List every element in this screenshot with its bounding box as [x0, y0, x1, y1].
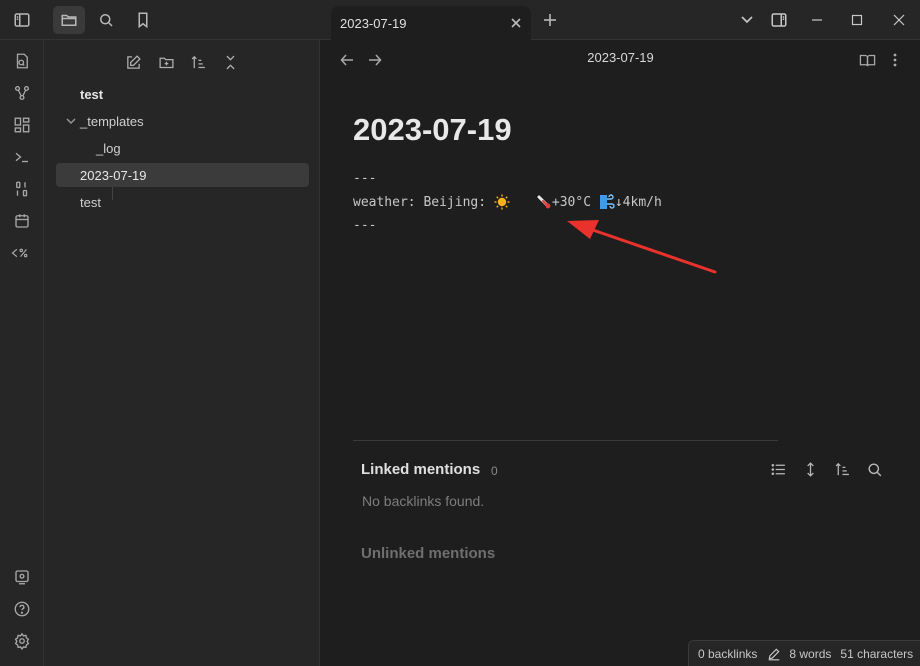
- thermometer-icon: [536, 194, 552, 210]
- new-folder-icon[interactable]: [153, 50, 179, 74]
- sort-order-icon[interactable]: [831, 458, 853, 480]
- tab-title: 2023-07-19: [340, 15, 407, 31]
- search-icon[interactable]: [863, 458, 885, 480]
- collapse-all-icon[interactable]: [217, 50, 243, 74]
- chevron-down-icon[interactable]: [62, 116, 80, 126]
- tree-item-label: test: [80, 194, 101, 210]
- maximize-icon[interactable]: [842, 6, 872, 34]
- new-note-icon[interactable]: [120, 50, 146, 74]
- linked-mentions-title[interactable]: Linked mentions: [361, 461, 480, 478]
- help-icon[interactable]: [6, 595, 38, 623]
- tree-item-log-file[interactable]: _log: [58, 136, 308, 160]
- weather-line[interactable]: weather: Beijing: +30°C ↓4km/h: [353, 194, 662, 210]
- reading-view-book-icon[interactable]: [855, 48, 879, 72]
- tree-item-label: 2023-07-19: [80, 167, 147, 183]
- tab-list-chevron-down-icon[interactable]: [732, 6, 762, 34]
- tree-item-2023-07-19-file[interactable]: 2023-07-19: [56, 163, 309, 187]
- list-view-icon[interactable]: [767, 458, 789, 480]
- status-character-count: 51 characters: [840, 646, 914, 661]
- status-backlinks-count[interactable]: 0 backlinks: [698, 647, 757, 661]
- settings-gear-icon[interactable]: [6, 627, 38, 655]
- status-bar: 0 backlinks 8 words 51 characters: [688, 640, 920, 666]
- expand-collapse-arrows-icon[interactable]: [799, 458, 821, 480]
- weather-label: weather: Beijing:: [353, 194, 494, 210]
- tree-item-test-file[interactable]: test: [58, 190, 308, 214]
- tree-item-templates-folder[interactable]: _templates: [58, 109, 308, 133]
- templater-icon[interactable]: [6, 239, 38, 267]
- open-vault-icon[interactable]: [6, 563, 38, 591]
- search-icon[interactable]: [90, 6, 122, 34]
- tree-item-label: _templates: [80, 113, 144, 129]
- sun-icon: [494, 194, 510, 210]
- red-annotation-arrow: [567, 220, 717, 274]
- minimize-icon[interactable]: [802, 6, 832, 34]
- linked-mentions-count: 0: [491, 464, 498, 478]
- more-options-icon[interactable]: [883, 48, 907, 72]
- graph-view-icon[interactable]: [6, 79, 38, 107]
- tab-active-note[interactable]: 2023-07-19: [331, 6, 531, 40]
- editor-pane: 2023-07-19 2023-07-19 --- weather: Beiji…: [321, 40, 920, 666]
- sort-order-icon[interactable]: [185, 50, 211, 74]
- tree-item-test-folder[interactable]: test: [58, 82, 308, 106]
- wind-icon: [599, 194, 615, 210]
- note-title[interactable]: 2023-07-19: [353, 112, 512, 148]
- backlinks-divider: [353, 440, 778, 441]
- new-tab-plus-icon[interactable]: [538, 6, 562, 34]
- daily-note-calendar-icon[interactable]: [6, 207, 38, 235]
- bookmark-icon[interactable]: [127, 6, 159, 34]
- file-explorer-folder-icon[interactable]: [53, 6, 85, 34]
- no-backlinks-message: No backlinks found.: [362, 493, 485, 509]
- title-bar: 2023-07-19: [0, 0, 920, 40]
- unlinked-mentions-title[interactable]: Unlinked mentions: [361, 545, 495, 562]
- view-header-title[interactable]: 2023-07-19: [321, 50, 920, 65]
- weather-temperature: +30°C: [551, 194, 599, 210]
- window-close-icon[interactable]: [884, 6, 914, 34]
- obsidian-window: 2023-07-19 test _templates _log 2023-07-…: [0, 0, 920, 666]
- edit-pencil-icon[interactable]: [767, 647, 781, 661]
- file-explorer-panel: test _templates _log 2023-07-19 test: [44, 40, 320, 666]
- binary-icon[interactable]: [6, 175, 38, 203]
- command-palette-terminal-icon[interactable]: [6, 143, 38, 171]
- status-word-count: 8 words: [789, 646, 832, 661]
- open-quick-switcher-icon[interactable]: [6, 47, 38, 75]
- frontmatter-open[interactable]: ---: [353, 171, 376, 186]
- weather-wind: ↓4km/h: [614, 194, 662, 210]
- canvas-grid-icon[interactable]: [6, 111, 38, 139]
- close-icon[interactable]: [507, 14, 525, 32]
- frontmatter-close[interactable]: ---: [353, 218, 376, 233]
- toggle-right-sidebar-icon[interactable]: [764, 6, 794, 34]
- toggle-left-sidebar-icon[interactable]: [6, 6, 38, 34]
- tree-item-label: test: [80, 86, 104, 102]
- tree-item-label: _log: [96, 140, 121, 156]
- left-ribbon: [0, 40, 44, 666]
